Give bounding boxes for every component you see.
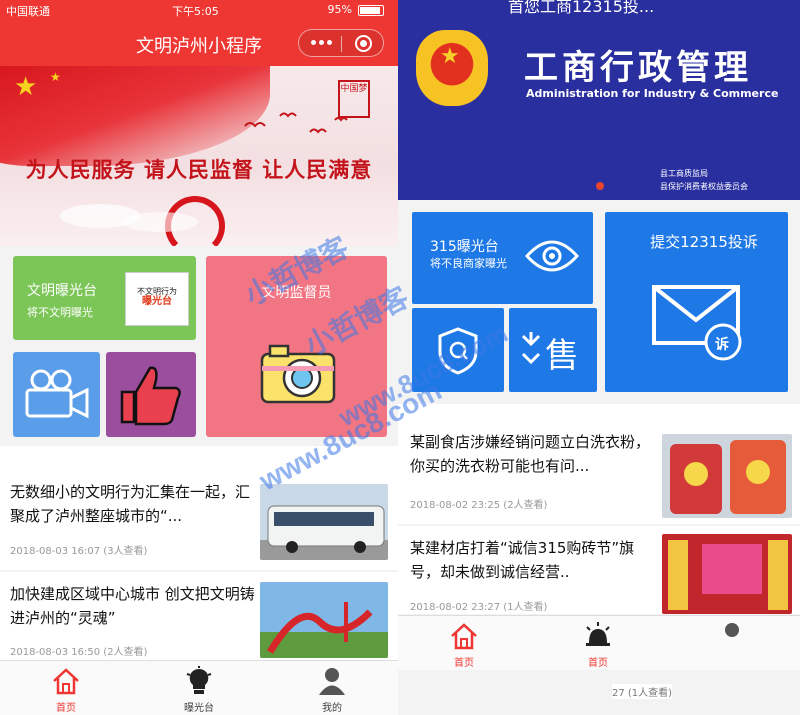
- news-meta: 2018-08-03 16:07 (3人查看): [10, 546, 148, 557]
- exposure-tile-subtitle: 将不文明曝光: [27, 306, 93, 319]
- submit-12315-tile[interactable]: 提交12315投诉 诉: [605, 212, 788, 392]
- close-miniprogram-icon[interactable]: [355, 35, 372, 52]
- exposure-315-title: 315曝光台: [430, 239, 499, 255]
- home-icon: [53, 668, 79, 695]
- clock-label: 下午5:05: [172, 5, 219, 18]
- right-app-screen: 首您工商12315投... 工商行政管理 Administration for …: [398, 0, 800, 715]
- news-title: 无数细小的文明行为汇集在一起，汇聚成了泸州整座城市的“...: [10, 483, 251, 525]
- news-title: 加快建成区域中心城市 创文把文明铸进泸州的“灵魂”: [10, 585, 255, 627]
- banner-dept-2: 县保护消费者权益委员会: [660, 182, 748, 191]
- banner-carousel[interactable]: 首您工商12315投... 工商行政管理 Administration for …: [398, 0, 800, 200]
- capsule-divider: [341, 36, 342, 52]
- tab-bar: 首页 曝光台 我的: [0, 660, 398, 715]
- left-app-screen: 中国联通 下午5:05 95% 文明泸州小程序 ★ ★ 中国梦 为人民服务 请人…: [0, 0, 398, 715]
- camera-icon: [260, 344, 336, 404]
- banner-top-text: 首您工商12315投...: [508, 0, 655, 16]
- thumbs-up-icon: [120, 366, 181, 426]
- exposure-tile[interactable]: 文明曝光台 将不文明曝光 不文明行为 曝光台: [13, 256, 196, 340]
- national-emblem-icon: [416, 30, 488, 106]
- news-title: 某建材店打着“诚信315购砖节”旗号，却未做到诚信经营..: [410, 539, 635, 581]
- star-icon: ★: [14, 72, 38, 102]
- complaint-badge: 诉: [715, 337, 729, 353]
- screenshot-composite: 中国联通 下午5:05 95% 文明泸州小程序 ★ ★ 中国梦 为人民服务 请人…: [0, 0, 800, 715]
- download-arrow-icon: [521, 332, 541, 365]
- lightbulb-icon: [186, 666, 212, 694]
- bus-thumbnail: [260, 484, 388, 560]
- partial-news-meta: 27 (1人查看): [612, 684, 673, 699]
- envelope-icon: [652, 285, 742, 361]
- carousel-indicator[interactable]: [596, 182, 604, 190]
- news-title: 某副食店涉嫌经销问题立白洗衣粉，你买的洗衣粉可能也有问...: [410, 433, 651, 475]
- more-menu-icon[interactable]: [311, 40, 333, 46]
- battery-icon: [358, 5, 384, 16]
- poster-line-2: 曝光台: [142, 296, 172, 307]
- battery-label: 95%: [327, 3, 352, 16]
- banner-title: 工商行政管理: [524, 48, 752, 88]
- tab-exposure[interactable]: 曝光台: [133, 661, 265, 715]
- alarm-icon: [586, 622, 610, 646]
- exposure-tile-title: 文明曝光台: [27, 283, 97, 299]
- shield-icon: [438, 327, 478, 375]
- exposure-poster-image: 不文明行为 曝光台: [125, 272, 189, 326]
- shield-tile[interactable]: [412, 308, 504, 392]
- tab-label: 首页: [588, 658, 608, 669]
- banner-english-title: Administration for Industry & Commerce: [526, 87, 779, 100]
- clouds-graphic: [60, 204, 198, 232]
- aftersale-tile[interactable]: 售: [509, 308, 597, 392]
- news-item[interactable]: 加快建成区域中心城市 创文把文明铸进泸州的“灵魂” 2018-08-03 16:…: [0, 572, 398, 660]
- video-tile[interactable]: [13, 352, 100, 437]
- tab-label: 首页: [454, 658, 474, 669]
- banner-carousel[interactable]: ★ ★ 中国梦 为人民服务 请人民监督 让人民满意: [0, 66, 398, 246]
- promotion-thumbnail: [662, 534, 792, 614]
- home-icon: [451, 623, 477, 650]
- tab-label: 我的: [322, 703, 342, 714]
- user-icon: [319, 668, 345, 695]
- exposure-315-tile[interactable]: 315曝光台 将不良商家曝光: [412, 212, 593, 304]
- news-meta: 2018-08-03 16:50 (2人查看): [10, 647, 148, 658]
- news-meta: 2018-08-02 23:25 (2人查看): [410, 500, 548, 511]
- sculpture-thumbnail: [260, 582, 388, 658]
- tab-home[interactable]: 首页: [398, 616, 530, 671]
- eye-icon: [524, 240, 580, 272]
- news-item[interactable]: 某副食店涉嫌经销问题立白洗衣粉，你买的洗衣粉可能也有问... 2018-08-0…: [398, 404, 800, 524]
- video-camera-icon: [25, 369, 89, 419]
- supervisor-tile-title: 文明监督员: [261, 285, 332, 301]
- tab-alarm[interactable]: 首页: [532, 616, 664, 671]
- status-bar: 中国联通 下午5:05 95%: [0, 0, 398, 20]
- tab-profile[interactable]: 我的: [266, 661, 398, 715]
- news-item[interactable]: 某建材店打着“诚信315购砖节”旗号，却未做到诚信经营.. 2018-08-02…: [398, 526, 800, 614]
- banner-dept-1: 县工商质监局: [660, 169, 708, 178]
- tab-bar: 首页 首页: [398, 615, 800, 670]
- carrier-label: 中国联通: [6, 5, 50, 18]
- news-item[interactable]: 无数细小的文明行为汇集在一起，汇聚成了泸州整座城市的“... 2018-08-0…: [0, 446, 398, 570]
- miniprogram-capsule: [298, 29, 384, 57]
- aftersale-glyph: 售: [545, 336, 579, 376]
- tab-profile[interactable]: [666, 616, 798, 671]
- thumbs-up-tile[interactable]: [106, 352, 196, 437]
- red-flag-graphic: [0, 66, 270, 166]
- star-icon: ★: [50, 70, 61, 84]
- detergent-thumbnail: [662, 434, 792, 518]
- tab-home[interactable]: 首页: [0, 661, 132, 715]
- tab-label: 首页: [56, 703, 76, 714]
- exposure-315-subtitle: 将不良商家曝光: [430, 257, 507, 270]
- tab-label: 曝光台: [184, 703, 214, 714]
- nav-bar: 文明泸州小程序: [0, 20, 398, 66]
- banner-slogan: 为人民服务 请人民监督 让人民满意: [25, 157, 373, 182]
- supervisor-tile[interactable]: 文明监督员: [206, 256, 387, 437]
- birds-graphic: [240, 106, 360, 149]
- submit-12315-title: 提交12315投诉: [650, 233, 758, 251]
- news-meta: 2018-08-02 23:27 (1人查看): [410, 602, 548, 613]
- user-icon: [725, 623, 739, 637]
